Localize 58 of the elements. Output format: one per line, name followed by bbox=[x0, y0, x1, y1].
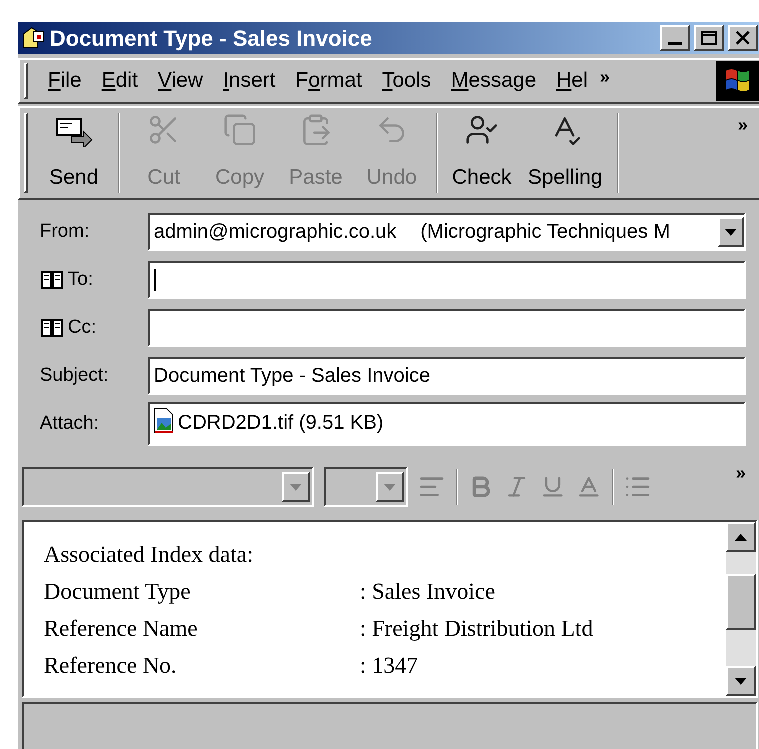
menu-item[interactable]: Format bbox=[288, 65, 370, 97]
maximize-button[interactable] bbox=[694, 25, 724, 51]
minimize-button[interactable] bbox=[660, 25, 690, 51]
menu-item[interactable]: Insert bbox=[215, 65, 284, 97]
body-value: : Sales Invoice bbox=[360, 578, 496, 606]
recipient-field[interactable] bbox=[148, 261, 746, 299]
copy-icon bbox=[223, 113, 257, 147]
window-title: Document Type - Sales Invoice bbox=[50, 24, 374, 53]
menu-item[interactable]: Tools bbox=[374, 65, 440, 97]
body-value: : 1347 bbox=[360, 652, 418, 680]
menu-item[interactable]: Message bbox=[443, 65, 544, 97]
up-arrow-icon bbox=[735, 534, 747, 540]
document-icon bbox=[22, 26, 46, 50]
attach-field[interactable]: CDRD2D1.tif (9.51 KB) bbox=[148, 402, 746, 446]
down-arrow-icon bbox=[735, 678, 747, 684]
scrollbar[interactable] bbox=[726, 522, 756, 696]
body-label: Document Type bbox=[44, 578, 192, 606]
address-book-icon bbox=[40, 269, 64, 291]
from-dropdown[interactable]: admin@micrographic.co.uk (Micrographic Techniques M bbox=[148, 213, 746, 251]
caret-icon bbox=[384, 484, 396, 490]
caret-icon bbox=[725, 228, 737, 236]
recipient-field[interactable] bbox=[148, 309, 746, 347]
subject-text: Document Type - Sales Invoice bbox=[154, 364, 430, 389]
close-button[interactable] bbox=[728, 25, 758, 51]
menu-item[interactable]: Edit bbox=[94, 65, 146, 97]
body-value: : Freight Distribution Ltd bbox=[360, 615, 594, 643]
body-text: Associated Index data: bbox=[44, 541, 254, 569]
subject-field[interactable]: Document Type - Sales Invoice bbox=[148, 357, 746, 395]
menu-item[interactable]: Hel bbox=[548, 65, 596, 97]
overflow-chevron[interactable]: » bbox=[738, 112, 748, 139]
field-label: Subject: bbox=[40, 364, 109, 388]
menu-item[interactable]: File bbox=[40, 65, 90, 97]
caret-icon bbox=[290, 484, 302, 490]
person-check-icon bbox=[465, 113, 499, 147]
toolbar-button[interactable]: Send bbox=[36, 113, 112, 193]
attachment-name[interactable]: CDRD2D1.tif (9.51 KB) bbox=[178, 408, 384, 438]
address-book-icon bbox=[40, 317, 64, 339]
field-label: From: bbox=[40, 220, 90, 244]
maximize-icon bbox=[701, 31, 717, 45]
field-label: Attach: bbox=[40, 412, 100, 436]
windows-logo-icon bbox=[716, 61, 759, 101]
scroll-thumb[interactable] bbox=[726, 574, 756, 630]
message-body[interactable]: Associated Index data: Document Type : Sales Invoice Reference Name : Freight Distribution Ltd Reference No. : 1347 bbox=[22, 520, 758, 698]
toolbar-button[interactable]: Spelling bbox=[520, 113, 611, 193]
field-label: Cc: bbox=[68, 316, 96, 340]
field-label: To: bbox=[68, 268, 94, 292]
minimize-icon bbox=[667, 42, 683, 44]
body-label: Reference No. bbox=[44, 652, 178, 680]
from-account-name: (Micrographic Techniques M bbox=[420, 220, 672, 245]
close-icon bbox=[735, 31, 751, 45]
from-address: admin@micrographic.co.uk bbox=[154, 220, 397, 245]
text-cursor bbox=[154, 269, 156, 291]
body-label: Reference Name bbox=[44, 615, 199, 643]
menu-item[interactable]: View bbox=[150, 65, 212, 97]
toolbar-button[interactable]: Check bbox=[444, 113, 520, 193]
overflow-chevron[interactable]: » bbox=[600, 64, 610, 90]
image-file-icon bbox=[154, 408, 174, 434]
dropdown-button[interactable] bbox=[718, 217, 744, 247]
